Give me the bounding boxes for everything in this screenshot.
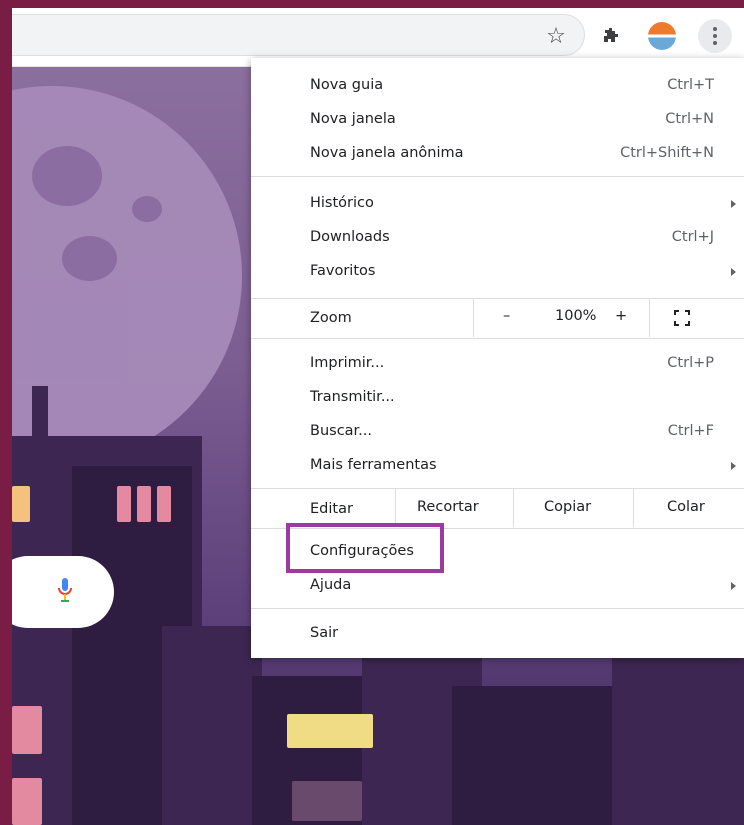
- menu-item-label: Favoritos: [310, 263, 376, 279]
- menu-item-label: Nova janela anônima: [310, 145, 464, 161]
- menu-item-new-window[interactable]: Nova janela Ctrl+N: [251, 102, 744, 136]
- lit-window: [12, 706, 42, 754]
- menu-item-label: Nova guia: [310, 77, 384, 93]
- browser-window: ☆ Nova guia Ctrl+T Nova janela Ctrl+N No…: [12, 8, 744, 825]
- zoom-out-button[interactable]: –: [503, 308, 510, 324]
- microphone-icon[interactable]: [58, 576, 72, 604]
- menu-item-history[interactable]: Histórico: [251, 186, 744, 220]
- menu-item-label: Imprimir...: [310, 355, 385, 371]
- moon-crater: [132, 196, 162, 222]
- menu-item-label: Downloads: [310, 229, 390, 245]
- submenu-arrow-icon: [731, 582, 736, 590]
- settings-highlight-box: [286, 523, 444, 573]
- menu-item-more-tools[interactable]: Mais ferramentas: [251, 448, 744, 482]
- menu-item-label: Sair: [310, 625, 339, 641]
- menu-item-print[interactable]: Imprimir... Ctrl+P: [251, 346, 744, 380]
- menu-item-exit[interactable]: Sair: [251, 616, 744, 650]
- menu-item-downloads[interactable]: Downloads Ctrl+J: [251, 220, 744, 254]
- lit-window: [157, 486, 171, 522]
- moon-crater: [32, 146, 102, 206]
- menu-item-label: Buscar...: [310, 423, 373, 439]
- menu-divider: [251, 338, 744, 339]
- extensions-icon[interactable]: [595, 20, 627, 52]
- menu-item-label: Histórico: [310, 195, 374, 211]
- zoom-level: 100%: [555, 308, 597, 324]
- chimney: [32, 386, 48, 446]
- menu-divider: [251, 176, 744, 177]
- paste-button[interactable]: Colar: [667, 499, 705, 515]
- menu-item-help[interactable]: Ajuda: [251, 568, 744, 602]
- menu-item-shortcut: Ctrl+Shift+N: [620, 145, 714, 161]
- copy-button[interactable]: Copiar: [544, 499, 591, 515]
- cut-button[interactable]: Recortar: [417, 499, 479, 515]
- address-bar[interactable]: [12, 14, 585, 56]
- star-icon[interactable]: ☆: [540, 20, 572, 52]
- zoom-divider: [473, 299, 474, 337]
- edit-divider: [395, 489, 396, 527]
- menu-item-zoom: Zoom – 100% +: [251, 299, 744, 337]
- submenu-arrow-icon: [731, 462, 736, 470]
- menu-item-find[interactable]: Buscar... Ctrl+F: [251, 414, 744, 448]
- lit-window: [12, 778, 42, 825]
- more-vert-icon[interactable]: [698, 19, 732, 53]
- menu-item-edit: Editar Recortar Copiar Colar: [251, 489, 744, 527]
- menu-item-bookmarks[interactable]: Favoritos: [251, 254, 744, 288]
- lit-window: [117, 486, 131, 522]
- menu-item-shortcut: Ctrl+F: [667, 423, 714, 439]
- zoom-label: Zoom: [310, 310, 352, 326]
- edit-label: Editar: [310, 501, 353, 517]
- menu-item-new-incognito-window[interactable]: Nova janela anônima Ctrl+Shift+N: [251, 136, 744, 170]
- chrome-main-menu: Nova guia Ctrl+T Nova janela Ctrl+N Nova…: [251, 58, 744, 658]
- zoom-divider: [649, 299, 650, 337]
- menu-divider: [251, 608, 744, 609]
- lit-window: [137, 486, 151, 522]
- building: [612, 656, 744, 825]
- edit-divider: [633, 489, 634, 527]
- building: [162, 626, 262, 825]
- google-search-box[interactable]: [12, 556, 114, 628]
- menu-item-new-tab[interactable]: Nova guia Ctrl+T: [251, 68, 744, 102]
- submenu-arrow-icon: [731, 268, 736, 276]
- menu-item-shortcut: Ctrl+P: [667, 355, 714, 371]
- zoom-in-button[interactable]: +: [615, 308, 627, 324]
- window: [292, 781, 362, 821]
- lit-window: [12, 486, 30, 522]
- lit-window: [287, 714, 373, 748]
- menu-item-shortcut: Ctrl+J: [671, 229, 714, 245]
- menu-item-label: Ajuda: [310, 577, 352, 593]
- profile-avatar[interactable]: [648, 22, 676, 50]
- menu-item-label: Nova janela: [310, 111, 396, 127]
- edit-divider: [513, 489, 514, 527]
- submenu-arrow-icon: [731, 200, 736, 208]
- menu-item-label: Mais ferramentas: [310, 457, 437, 473]
- menu-item-cast[interactable]: Transmitir...: [251, 380, 744, 414]
- menu-item-shortcut: Ctrl+T: [667, 77, 714, 93]
- menu-item-label: Transmitir...: [310, 389, 395, 405]
- fullscreen-icon[interactable]: [674, 310, 690, 326]
- menu-item-shortcut: Ctrl+N: [665, 111, 714, 127]
- moon-crater: [62, 236, 117, 281]
